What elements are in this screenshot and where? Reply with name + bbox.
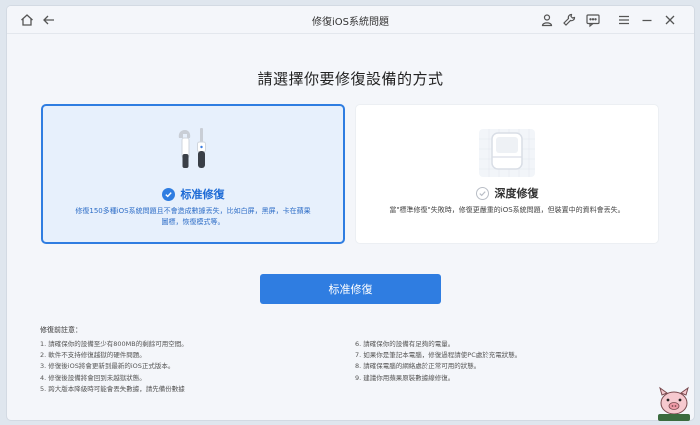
title-bar: 修復iOS系統問題	[7, 6, 694, 34]
notes-list-left: 1. 請確保你的設備至少有800MB的剩餘可用空間。 2. 軟件不支持修復越獄的…	[40, 339, 188, 395]
selected-check-icon	[161, 187, 175, 201]
standard-repair-card[interactable]: 标准修復 修復150多種iOS系統問題且不會造成數據丟失，比如白屏，黑屏，卡在蘋…	[41, 104, 345, 244]
wrench-icon[interactable]	[561, 12, 577, 28]
note-item: 8. 請確保電腦的網絡處於正常可用的狀態。	[355, 362, 481, 371]
standard-repair-title: 标准修復	[180, 188, 225, 201]
note-item: 7. 如果你是筆記本電腦，修復過程請使PC處於充電狀態。	[355, 351, 522, 360]
feedback-icon[interactable]	[585, 12, 601, 28]
deep-repair-card[interactable]: 深度修復 當"標準修復"失敗時，修復更嚴重的iOS系統問題，但裝置中的資料會丟失…	[355, 104, 659, 244]
standard-repair-description: 修復150多種iOS系統問題且不會造成數據丟失，比如白屏，黑屏，卡在蘋果圖標，恢…	[75, 207, 311, 226]
user-icon[interactable]	[539, 12, 555, 28]
tools-icon	[171, 124, 215, 180]
note-item: 9. 建議你用蘋果原裝數據線修復。	[355, 373, 455, 382]
deep-repair-title: 深度修復	[494, 187, 539, 200]
deep-repair-description: 當"標準修復"失敗時，修復更嚴重的iOS系統問題，但裝置中的資料會丟失。	[389, 206, 625, 214]
close-icon[interactable]	[662, 12, 678, 28]
note-item: 5. 跨大版本降級時可能會丟失數據，請先備份數據	[40, 384, 185, 393]
note-item: 1. 請確保你的設備至少有800MB的剩餘可用空間。	[40, 340, 188, 348]
start-repair-button[interactable]: 标准修復	[260, 274, 441, 304]
pig-mascot-icon	[652, 385, 696, 423]
note-item: 4. 修復後設備將會回到未越獄狀態。	[40, 373, 146, 382]
notes-title: 修復前註意：	[40, 326, 82, 334]
app-window: 修復iOS系統問題 請選擇你要修復設備的方式 标准修復 修復150多種iOS系統…	[7, 6, 694, 420]
note-item: 3. 修復後iOS將會更新到最新的iOS正式版本。	[40, 362, 175, 371]
menu-icon[interactable]	[616, 12, 632, 28]
note-item: 2. 軟件不支持修復越獄的硬件問題。	[40, 351, 146, 360]
page-heading: 請選擇你要修復設備的方式	[257, 70, 444, 88]
unselected-check-icon	[475, 186, 489, 200]
notes-list-right: 6. 請確保你的設備有足夠的電量。 7. 如果你是筆記本電腦，修復過程請使PC處…	[355, 339, 521, 384]
note-item: 6. 請確保你的設備有足夠的電量。	[355, 340, 455, 348]
minimize-icon[interactable]	[639, 12, 655, 28]
deep-repair-icon	[475, 123, 539, 185]
